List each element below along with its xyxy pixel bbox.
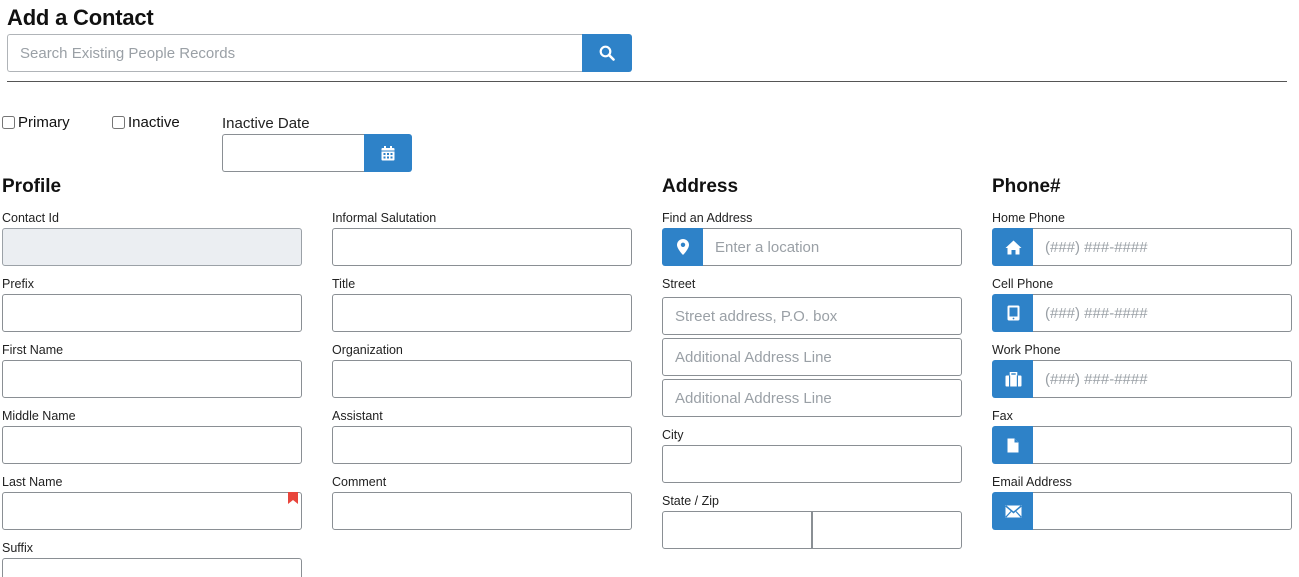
comment-field[interactable]: [332, 492, 632, 530]
city-field[interactable]: [662, 445, 962, 483]
informal-salutation-field[interactable]: [332, 228, 632, 266]
work-phone-field[interactable]: [1033, 360, 1292, 398]
prefix-field[interactable]: [2, 294, 302, 332]
cell-phone-label: Cell Phone: [992, 277, 1054, 291]
state-zip-label: State / Zip: [662, 494, 719, 508]
title-label: Title: [332, 277, 356, 291]
inactive-label: Inactive: [128, 114, 180, 131]
email-address-label: Email Address: [992, 475, 1072, 489]
profile-section-title: Profile: [2, 176, 62, 197]
inactive-checkbox-group[interactable]: Inactive: [112, 114, 180, 131]
last-name-label: Last Name: [2, 475, 63, 489]
street-label: Street: [662, 277, 696, 291]
fax-label: Fax: [992, 409, 1013, 423]
briefcase-icon: [1005, 371, 1021, 386]
find-address-label: Find an Address: [662, 211, 753, 225]
fax-field[interactable]: [1033, 426, 1292, 464]
cell-phone-icon-box: [992, 294, 1034, 332]
street-field[interactable]: [662, 297, 962, 335]
inactive-date-picker-button[interactable]: [364, 134, 412, 172]
primary-checkbox[interactable]: [2, 116, 15, 129]
middle-name-field[interactable]: [2, 426, 302, 464]
first-name-label: First Name: [2, 343, 64, 357]
phone-section-title: Phone#: [992, 176, 1061, 197]
first-name-field[interactable]: [2, 360, 302, 398]
title-field[interactable]: [332, 294, 632, 332]
home-icon: [1005, 240, 1021, 254]
email-address-field[interactable]: [1033, 492, 1292, 530]
additional-address-line-2[interactable]: [662, 379, 962, 417]
additional-address-line-1[interactable]: [662, 338, 962, 376]
envelope-icon: [1004, 504, 1022, 518]
suffix-label: Suffix: [2, 541, 34, 555]
email-icon-box: [992, 492, 1034, 530]
find-address-icon-box: [662, 228, 704, 266]
page-title: Add a Contact: [7, 5, 154, 30]
cell-phone-field[interactable]: [1033, 294, 1292, 332]
file-icon: [1007, 438, 1019, 452]
inactive-date-input[interactable]: [222, 134, 365, 172]
find-address-field[interactable]: [703, 228, 962, 266]
last-name-field[interactable]: [2, 492, 302, 530]
address-section-title: Address: [662, 176, 739, 197]
assistant-label: Assistant: [332, 409, 383, 423]
search-button[interactable]: [582, 34, 632, 72]
inactive-checkbox[interactable]: [112, 116, 125, 129]
prefix-label: Prefix: [2, 277, 34, 291]
comment-label: Comment: [332, 475, 387, 489]
primary-checkbox-group[interactable]: Primary: [2, 114, 70, 131]
zip-field[interactable]: [812, 511, 962, 549]
home-phone-label: Home Phone: [992, 211, 1065, 225]
fax-icon-box: [992, 426, 1034, 464]
divider: [7, 81, 1287, 82]
required-flag-icon: [288, 492, 298, 504]
primary-label: Primary: [18, 114, 70, 131]
tablet-icon: [1007, 305, 1019, 321]
work-phone-label: Work Phone: [992, 343, 1061, 357]
work-phone-icon-box: [992, 360, 1034, 398]
map-marker-icon: [677, 239, 689, 255]
home-phone-icon-box: [992, 228, 1034, 266]
middle-name-label: Middle Name: [2, 409, 76, 423]
informal-salutation-label: Informal Salutation: [332, 211, 437, 225]
city-label: City: [662, 428, 684, 442]
home-phone-field[interactable]: [1033, 228, 1292, 266]
organization-field[interactable]: [332, 360, 632, 398]
assistant-field[interactable]: [332, 426, 632, 464]
search-input[interactable]: [7, 34, 583, 72]
organization-label: Organization: [332, 343, 403, 357]
search-icon: [599, 45, 615, 61]
inactive-date-label: Inactive Date: [222, 115, 310, 132]
state-field[interactable]: [662, 511, 812, 549]
contact-id-label: Contact Id: [2, 211, 59, 225]
contact-id-field: [2, 228, 302, 266]
suffix-field[interactable]: [2, 558, 302, 577]
calendar-icon: [381, 145, 395, 160]
